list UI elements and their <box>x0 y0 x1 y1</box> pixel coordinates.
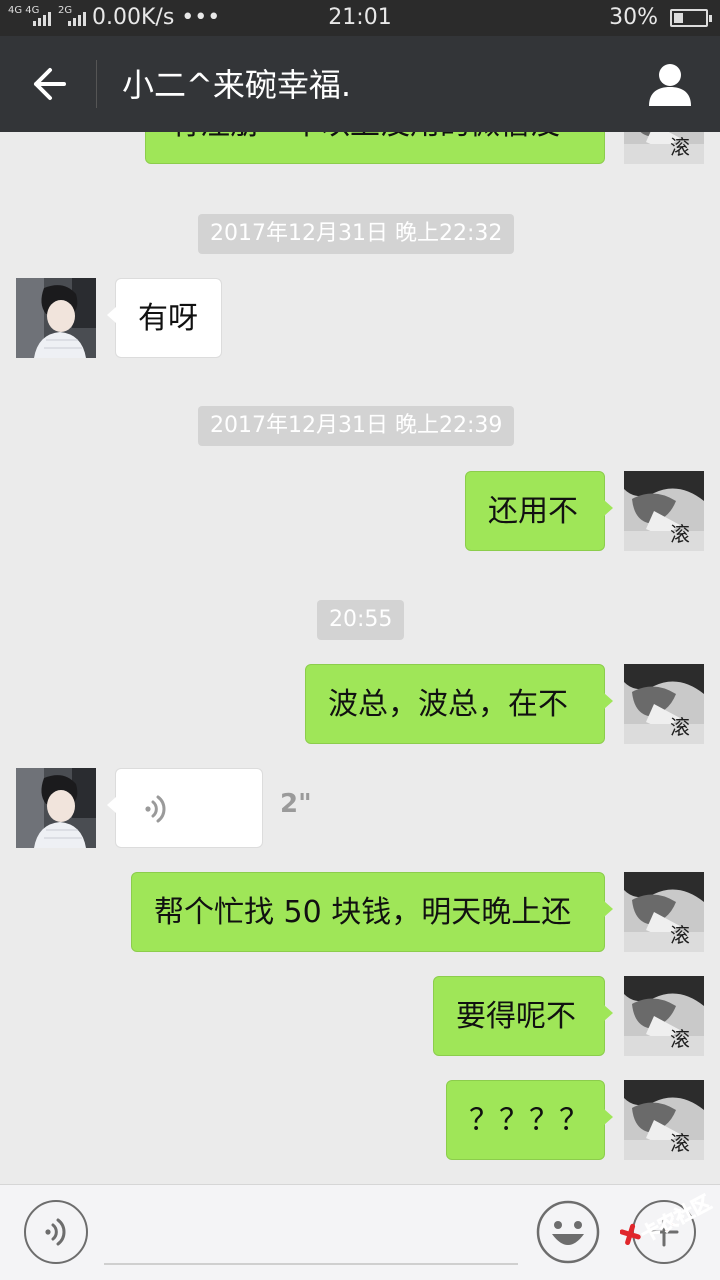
voice-message-bubble[interactable] <box>107 768 263 848</box>
voice-input-button[interactable] <box>24 1200 88 1264</box>
input-bar <box>0 1184 720 1280</box>
svg-text:滚: 滚 <box>670 715 690 739</box>
message-input[interactable] <box>104 1203 518 1265</box>
message-text: 波总，波总，在不 <box>328 687 568 722</box>
my-avatar-image: 滚 <box>624 664 704 744</box>
my-avatar[interactable]: 滚 <box>624 872 704 952</box>
my-avatar[interactable]: 滚 <box>624 132 704 164</box>
message-bubble[interactable]: 还用不 <box>465 471 613 551</box>
my-avatar-image: 滚 <box>624 471 704 551</box>
my-avatar-image: 滚 <box>624 132 704 164</box>
message-text: 帮个忙找 50 块钱，明天晚上还 <box>154 895 572 930</box>
message-text: 要得呢不 <box>456 999 576 1034</box>
site-watermark: 卡农社区 <box>619 1190 720 1250</box>
chat-title: 小二^来碗幸福. <box>122 66 351 104</box>
emoji-button[interactable] <box>536 1200 600 1264</box>
status-bar: 4G 4G 2G 0.00K/s ••• 21:01 30% <box>0 0 720 36</box>
message-timestamp: 20:55 <box>317 600 405 640</box>
message-timestamp: 2017年12月31日 晚上22:32 <box>198 214 515 254</box>
header-divider <box>96 60 97 108</box>
my-avatar-image: 滚 <box>624 976 704 1056</box>
message-bubble[interactable]: 有呀 <box>107 278 222 358</box>
chat-message-list[interactable]: 有注册一年以上没用的微信没 滚 2017年12月31日 晚上22:32 有呀 2… <box>0 132 720 1184</box>
svg-text:滚: 滚 <box>670 1131 690 1155</box>
message-text: ？？？？ <box>469 1103 589 1138</box>
voice-wave-icon <box>145 795 166 823</box>
my-avatar[interactable]: 滚 <box>624 1080 704 1160</box>
message-bubble[interactable]: ？？？？ <box>446 1080 613 1160</box>
chat-header: 小二^来碗幸福. <box>0 36 720 132</box>
voice-input-icon <box>45 1218 66 1246</box>
message-text: 有呀 <box>138 301 198 336</box>
contact-avatar-image <box>16 278 96 358</box>
svg-text:滚: 滚 <box>670 135 690 159</box>
my-avatar[interactable]: 滚 <box>624 664 704 744</box>
message-bubble[interactable]: 要得呢不 <box>433 976 613 1056</box>
profile-button[interactable] <box>646 60 694 108</box>
voice-duration: 2" <box>280 789 312 819</box>
message-timestamp: 2017年12月31日 晚上22:39 <box>198 406 515 446</box>
battery-icon <box>670 9 712 27</box>
my-avatar-image: 滚 <box>624 1080 704 1160</box>
message-text: 有注册一年以上没用的微信没 <box>170 132 560 142</box>
my-avatar[interactable]: 滚 <box>624 471 704 551</box>
svg-text:滚: 滚 <box>670 1027 690 1051</box>
back-button[interactable] <box>20 60 76 108</box>
message-bubble[interactable]: 有注册一年以上没用的微信没 <box>145 132 605 164</box>
contact-avatar-image <box>16 768 96 848</box>
message-bubble[interactable]: 波总，波总，在不 <box>305 664 613 744</box>
message-bubble[interactable]: 帮个忙找 50 块钱，明天晚上还 <box>131 872 613 952</box>
svg-text:滚: 滚 <box>670 522 690 546</box>
back-arrow-icon <box>34 68 66 100</box>
watermark-text: 卡农社区 <box>637 1191 715 1247</box>
user-profile-icon <box>649 64 691 106</box>
contact-avatar[interactable] <box>16 768 96 848</box>
watermark-logo-icon: 卡农社区 <box>619 1190 715 1247</box>
emoji-icon <box>536 1200 600 1264</box>
contact-avatar[interactable] <box>16 278 96 358</box>
svg-text:滚: 滚 <box>670 923 690 947</box>
my-avatar-image: 滚 <box>624 872 704 952</box>
battery-percent: 30% <box>609 5 658 30</box>
my-avatar[interactable]: 滚 <box>624 976 704 1056</box>
message-text: 还用不 <box>488 494 578 529</box>
